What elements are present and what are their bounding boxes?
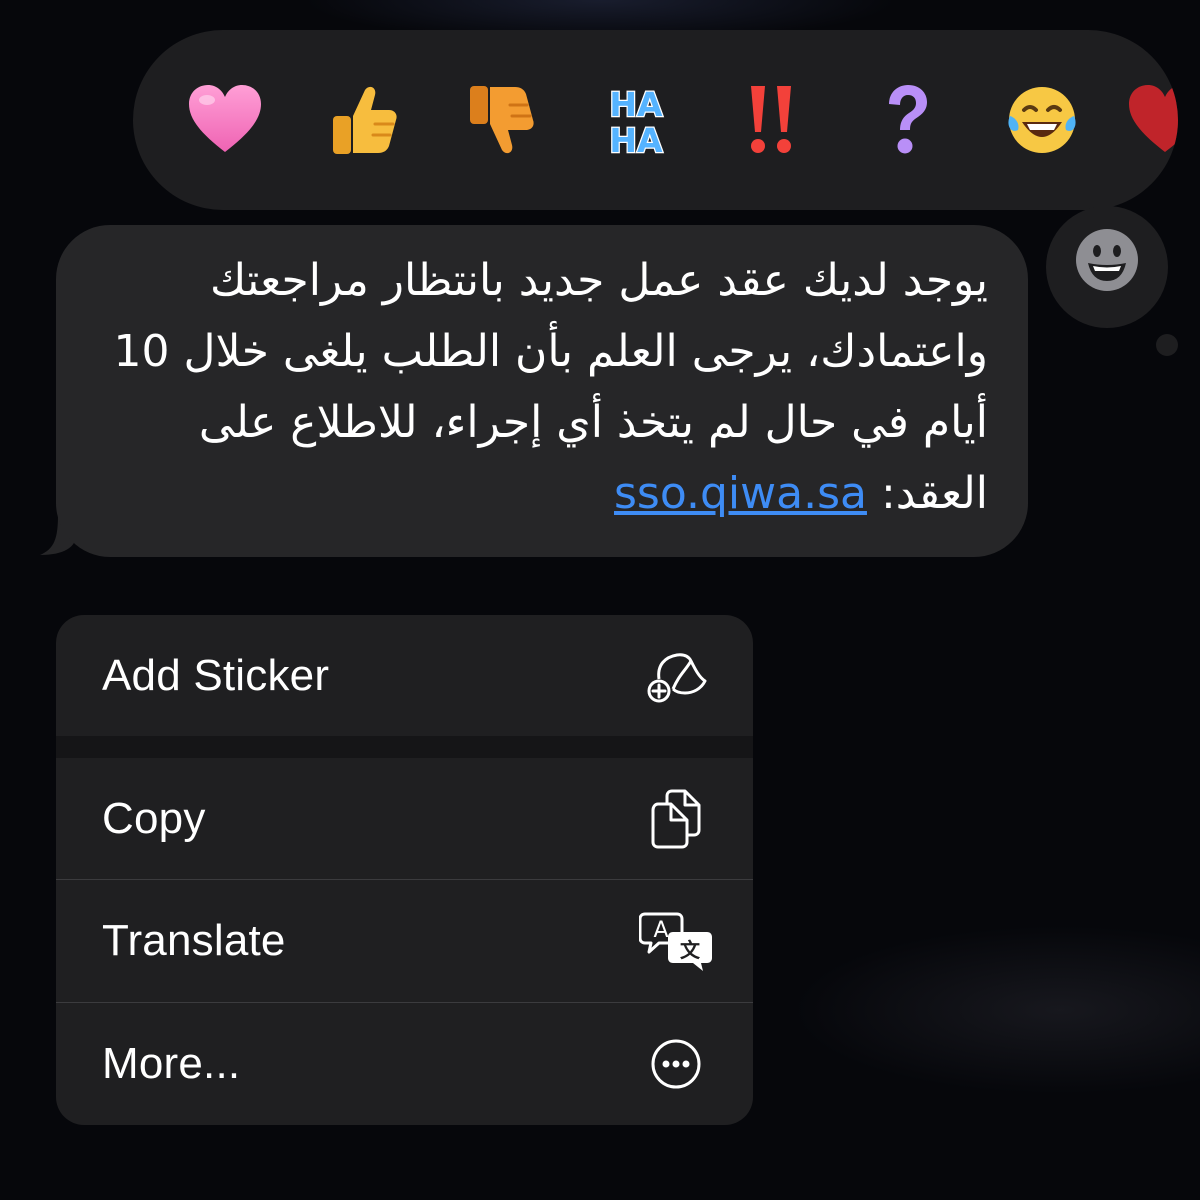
haha-text-top: HA [609, 85, 663, 124]
haha-icon: HA HA [608, 84, 664, 160]
reaction-question[interactable] [867, 80, 947, 160]
message-link[interactable]: sso.qiwa.sa [614, 468, 867, 519]
heart-icon [189, 85, 261, 152]
menu-item-label: Copy [102, 794, 206, 843]
menu-item-add-sticker[interactable]: Add Sticker [56, 615, 753, 736]
reaction-exclamation[interactable] [731, 80, 811, 160]
screen: HA HA يوجد لديك عقد عمل جديد بانتظار مرا… [0, 0, 1200, 1200]
ellipsis-circle-icon [645, 1033, 707, 1095]
reaction-bar-tail-dot [1156, 334, 1178, 356]
copy-icon [645, 788, 707, 850]
svg-text:文: 文 [680, 938, 701, 962]
menu-item-more[interactable]: More... [56, 1003, 753, 1124]
haha-text-bottom: HA [609, 121, 663, 160]
reaction-bar: HA HA [133, 30, 1178, 210]
message-text: يوجد لديك عقد عمل جديد بانتظار مراجعتك و… [88, 245, 988, 529]
reaction-thumbs-up[interactable] [323, 80, 403, 160]
menu-item-label: Add Sticker [102, 651, 330, 700]
svg-text:A: A [653, 918, 668, 943]
double-exclamation-icon [751, 86, 791, 153]
sticker-add-icon [645, 645, 707, 707]
reaction-heart[interactable] [185, 80, 265, 160]
thumbs-down-icon [470, 86, 534, 154]
thumbs-up-icon [333, 86, 397, 154]
tears-of-joy-icon [1008, 87, 1076, 153]
menu-item-translate[interactable]: Translate A 文 [56, 880, 753, 1001]
partial-emoji-icon [1129, 85, 1178, 152]
smiley-add-icon [1076, 229, 1138, 291]
menu-group-gap [56, 736, 753, 758]
reaction-more-emoji[interactable] [1125, 80, 1178, 160]
add-reaction-button[interactable] [1072, 225, 1142, 295]
context-menu: Add Sticker Copy Translate A 文 More... [56, 615, 753, 1125]
reaction-thumbs-down[interactable] [460, 80, 540, 160]
menu-item-label: Translate [102, 916, 286, 965]
menu-item-label: More... [102, 1039, 241, 1088]
reaction-haha[interactable]: HA HA [596, 80, 676, 160]
reaction-laughing[interactable] [1002, 80, 1082, 160]
question-icon [889, 85, 927, 154]
translate-icon: A 文 [639, 910, 713, 972]
menu-item-copy[interactable]: Copy [56, 758, 753, 879]
